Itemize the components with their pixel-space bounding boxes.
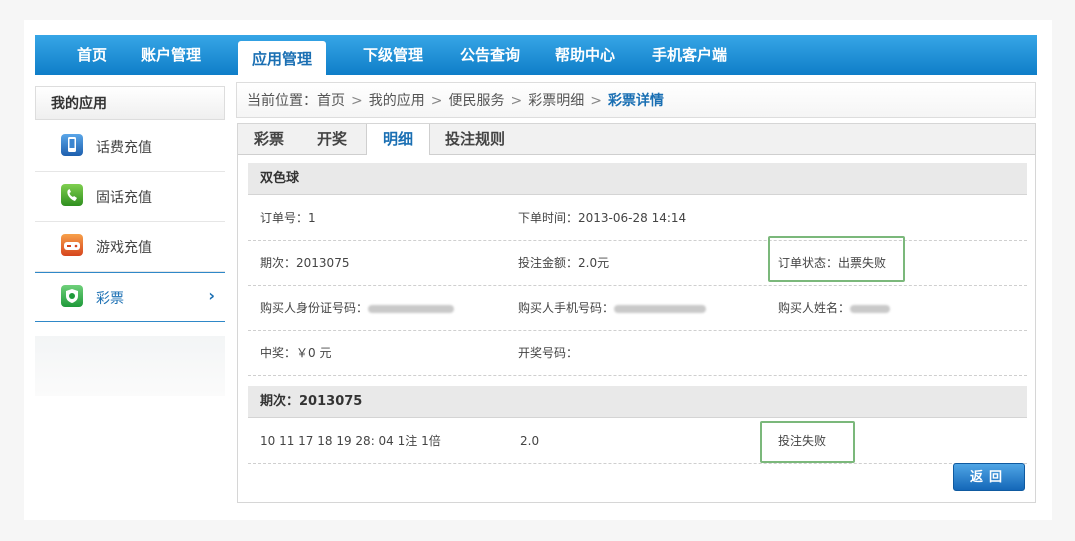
prize-value: ￥0 元 [296, 346, 332, 360]
nav-item-subordinates[interactable]: 下级管理 [363, 35, 423, 75]
breadcrumb-current: 彩票详情 [607, 93, 664, 109]
phone-icon [61, 134, 83, 156]
order-time-label: 下单时间： [518, 211, 579, 225]
sidebar-title: 我的应用 [35, 86, 225, 120]
breadcrumb-item-home[interactable]: 首页 [317, 93, 345, 109]
breadcrumb-separator: > [590, 93, 602, 109]
redacted-value [614, 304, 707, 313]
nav-item-apps[interactable]: 应用管理 [238, 41, 327, 75]
tab-rules[interactable]: 投注规则 [445, 124, 505, 154]
redacted-value [368, 304, 455, 313]
section-title: 双色球 [248, 163, 1027, 195]
sidebar-item-landline-topup[interactable]: 固话充值 [35, 172, 225, 222]
breadcrumb-separator: > [430, 93, 443, 109]
lottery-icon [61, 285, 83, 307]
draw-number-label: 开奖号码： [518, 346, 579, 360]
detail-panel: 彩票 开奖 明细 投注规则 双色球 订单号：1 下单时间：2013-06-28 … [237, 123, 1036, 503]
prize: 中奖：￥0 元 [260, 331, 331, 375]
order-time: 下单时间：2013-06-28 14:14 [518, 196, 686, 240]
order-no: 订单号：1 [260, 196, 316, 240]
order-no-value: 1 [308, 211, 316, 225]
back-button[interactable]: 返回 [953, 463, 1025, 491]
issue-value: 2013075 [296, 256, 350, 270]
sidebar-item-label: 话费充值 [96, 140, 152, 156]
nav-item-mobile-client[interactable]: 手机客户端 [652, 35, 727, 75]
nav-item-help[interactable]: 帮助中心 [555, 35, 615, 75]
sidebar-item-game-topup[interactable]: 游戏充值 [35, 222, 225, 272]
sidebar-item-phone-topup[interactable]: 话费充值 [35, 122, 225, 172]
buyer-phone: 购买人手机号码： [518, 286, 707, 330]
chevron-right-icon: › [208, 286, 215, 305]
buyer-id-label: 购买人身份证号码： [260, 301, 369, 315]
bet-row: 10 11 17 18 19 28: 04 1注 1倍 2.0 投注失败 [248, 419, 1027, 464]
redacted-value [850, 304, 891, 313]
order-time-value: 2013-06-28 14:14 [578, 211, 687, 225]
issue: 期次：2013075 [260, 241, 349, 285]
breadcrumb-separator: > [351, 93, 363, 109]
nav-item-account[interactable]: 账户管理 [141, 35, 201, 75]
tab-lottery[interactable]: 彩票 [254, 124, 284, 154]
nav-item-notices[interactable]: 公告查询 [460, 35, 520, 75]
detail-row: 中奖：￥0 元 开奖号码： [248, 331, 1027, 376]
sidebar-item-lottery[interactable]: 彩票 › [35, 272, 225, 322]
detail-row: 购买人身份证号码： 购买人手机号码： 购买人姓名： [248, 286, 1027, 331]
breadcrumb-prefix: 当前位置： [247, 93, 317, 109]
bet-numbers: 10 11 17 18 19 28: 04 1注 1倍 [260, 434, 441, 448]
buyer-name-label: 购买人姓名： [778, 301, 851, 315]
breadcrumb-separator: > [510, 93, 523, 109]
bet-amount: 投注金额：2.0元 [518, 241, 609, 285]
bets-issue-value: 2013075 [299, 394, 363, 409]
tab-bar: 彩票 开奖 明细 投注规则 [238, 124, 1035, 155]
order-no-label: 订单号： [260, 211, 309, 225]
detail-row: 订单号：1 下单时间：2013-06-28 14:14 [248, 196, 1027, 241]
sidebar-item-label: 游戏充值 [96, 240, 152, 256]
sidebar-item-label: 彩票 [96, 291, 124, 307]
issue-label: 期次： [260, 256, 297, 270]
top-nav: 首页 账户管理 应用管理 下级管理 公告查询 帮助中心 手机客户端 [35, 35, 1037, 75]
bet-status-highlight-box [760, 421, 855, 463]
bets-section-title: 期次：2013075 [248, 386, 1027, 418]
buyer-id: 购买人身份证号码： [260, 286, 455, 330]
sidebar-fill [35, 336, 225, 396]
buyer-phone-label: 购买人手机号码： [518, 301, 615, 315]
landline-icon [61, 184, 83, 206]
sidebar-item-label: 固话充值 [96, 190, 152, 206]
bet-amount-value: 2.0元 [578, 256, 610, 270]
breadcrumb: 当前位置：首页 > 我的应用 > 便民服务 > 彩票明细 > 彩票详情 [236, 82, 1036, 118]
status-highlight-box [768, 236, 905, 282]
bet-amount-label: 投注金额： [518, 256, 579, 270]
gamepad-icon [61, 234, 83, 256]
bets-issue-label: 期次： [260, 394, 300, 409]
tab-draw[interactable]: 开奖 [317, 124, 347, 154]
nav-item-home[interactable]: 首页 [77, 35, 107, 75]
breadcrumb-item-lottery-list[interactable]: 彩票明细 [528, 93, 584, 109]
tab-details[interactable]: 明细 [366, 124, 430, 155]
buyer-name: 购买人姓名： [778, 286, 891, 330]
breadcrumb-item-services[interactable]: 便民服务 [448, 93, 504, 109]
prize-label: 中奖： [260, 346, 297, 360]
detail-row: 期次：2013075 投注金额：2.0元 订单状态：出票失败 [248, 241, 1027, 286]
draw-number: 开奖号码： [518, 331, 578, 375]
breadcrumb-item-my-apps[interactable]: 我的应用 [369, 93, 425, 109]
sidebar: 我的应用 话费充值 固话充值 游戏充值 彩票 › [35, 86, 225, 396]
bet-row-amount: 2.0 [520, 434, 540, 448]
